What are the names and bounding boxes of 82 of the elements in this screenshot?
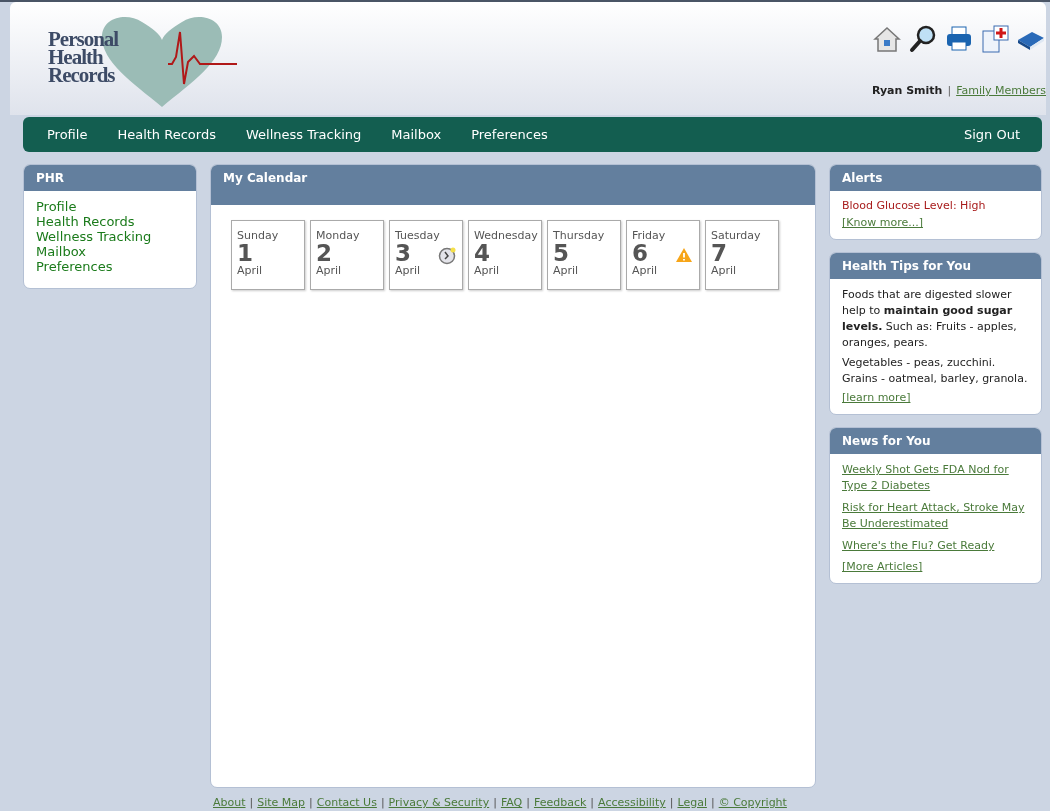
medical-document-icon[interactable]: [980, 24, 1010, 54]
panel-title: My Calendar: [211, 165, 815, 205]
day-number: 7: [711, 242, 727, 264]
calendar-day[interactable]: Thursday 5 April: [547, 220, 621, 290]
weekday-label: Wednesday: [474, 229, 536, 242]
tip-text: Vegetables - peas, zucchini. Grains - oatmeal, barley, granola.: [842, 355, 1029, 387]
separator: |: [249, 796, 254, 809]
calendar-day[interactable]: Saturday 7 April: [705, 220, 779, 290]
footer-link[interactable]: Accessibility: [598, 796, 666, 809]
footer-link[interactable]: Legal: [677, 796, 707, 809]
news-link[interactable]: Weekly Shot Gets FDA Nod for Type 2 Diabetes: [842, 462, 1029, 494]
separator: |: [710, 796, 715, 809]
footer-link[interactable]: Feedback: [533, 796, 587, 809]
footer-link[interactable]: Privacy & Security: [388, 796, 490, 809]
footer-link[interactable]: About: [213, 796, 246, 809]
weekday-label: Thursday: [553, 229, 606, 242]
logo-text: Records: [48, 66, 116, 84]
user-name: Ryan Smith: [871, 84, 943, 97]
sidebar-item[interactable]: Profile: [36, 199, 196, 214]
nav-item[interactable]: Preferences: [471, 127, 548, 142]
sidebar-item[interactable]: Mailbox: [36, 244, 196, 259]
weekday-label: Sunday: [237, 229, 280, 242]
sign-out-link[interactable]: Sign Out: [963, 127, 1020, 142]
month-label: April: [316, 264, 343, 277]
panel-title: News for You: [830, 428, 1041, 454]
weekday-label: Friday: [632, 229, 667, 242]
clock-icon: [438, 247, 456, 265]
tip-text: Foods that are digested slower help to maintain good sugar levels. Such as: Fruits - apples, oranges, pears.: [842, 287, 1018, 351]
month-label: April: [395, 264, 422, 277]
day-number: 2: [316, 242, 332, 264]
weekday-label: Tuesday: [395, 229, 441, 242]
logo-text: Personal: [48, 30, 119, 48]
month-label: April: [553, 264, 580, 277]
separator: |: [526, 796, 530, 809]
news-link[interactable]: Risk for Heart Attack, Stroke May Be Underestimated: [842, 500, 1029, 532]
day-number: 1: [237, 242, 253, 264]
search-icon[interactable]: [908, 24, 938, 54]
footer-link[interactable]: Contact Us: [316, 796, 377, 809]
panel-title: PHR: [24, 165, 196, 191]
family-members-link[interactable]: Family Members: [956, 84, 1046, 97]
nav-item[interactable]: Profile: [47, 127, 88, 142]
know-more-link[interactable]: [Know more...]: [842, 216, 1029, 229]
footer-link[interactable]: FAQ: [500, 796, 523, 809]
month-label: April: [474, 264, 501, 277]
calendar-day[interactable]: Friday 6 April: [626, 220, 700, 290]
nav-item[interactable]: Health Records: [117, 127, 216, 142]
calendar-day[interactable]: Sunday 1 April: [231, 220, 305, 290]
calendar-day[interactable]: Tuesday 3 April: [389, 220, 463, 290]
month-label: April: [632, 264, 659, 277]
separator: |: [380, 796, 385, 809]
panel-title: Health Tips for You: [830, 253, 1041, 279]
nav-item[interactable]: Mailbox: [391, 127, 442, 142]
printer-icon[interactable]: [944, 24, 974, 54]
separator: |: [493, 796, 497, 809]
panel-title: Alerts: [830, 165, 1041, 191]
month-label: April: [711, 264, 738, 277]
separator: |: [309, 796, 313, 809]
alert-message: Blood Glucose Level: High: [842, 199, 987, 212]
separator: |: [669, 796, 674, 809]
warning-icon: [675, 247, 693, 263]
calendar-day[interactable]: Monday 2 April: [310, 220, 384, 290]
sidebar-item[interactable]: Preferences: [36, 259, 196, 274]
footer-link[interactable]: © Copyright: [718, 796, 787, 809]
day-number: 6: [632, 242, 648, 264]
sidebar-item[interactable]: Wellness Tracking: [36, 229, 196, 244]
day-number: 3: [395, 242, 411, 264]
separator: |: [590, 796, 595, 809]
month-label: April: [237, 264, 264, 277]
nav-item[interactable]: Wellness Tracking: [245, 127, 362, 142]
day-number: 4: [474, 242, 490, 264]
weekday-label: Monday: [316, 229, 361, 242]
logo-text: Health: [48, 48, 104, 66]
learn-more-link[interactable]: [learn more]: [842, 391, 1029, 404]
home-icon[interactable]: [872, 24, 902, 54]
footer-link[interactable]: Site Map: [257, 796, 306, 809]
separator: |: [947, 84, 952, 97]
weekday-label: Saturday: [711, 229, 762, 242]
sidebar-item[interactable]: Health Records: [36, 214, 196, 229]
day-number: 5: [553, 242, 569, 264]
calendar-day[interactable]: Wednesday 4 April: [468, 220, 542, 290]
news-link[interactable]: Where's the Flu? Get Ready: [842, 538, 1029, 554]
more-articles-link[interactable]: [More Articles]: [842, 560, 1029, 573]
